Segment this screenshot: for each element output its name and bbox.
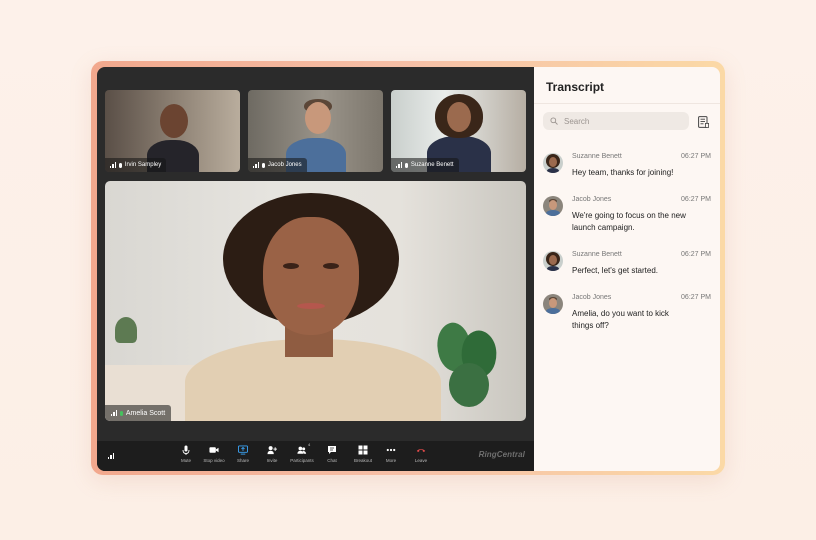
grid-icon [358,445,368,455]
participant-tile[interactable]: Suzanne Benett [391,90,526,172]
mic-icon [261,162,265,168]
active-speaker-video[interactable]: Amelia Scott [105,181,526,421]
transcript-doc-button[interactable] [698,115,710,128]
add-person-icon [267,445,277,455]
participant-name: Irvin Sampley [124,162,162,168]
participant-name-tag: Suzanne Benett [391,158,459,172]
participants-button[interactable]: 4 Participants [288,442,316,469]
mic-icon [404,162,408,168]
participant-name: Suzanne Benett [410,162,454,168]
speaker-name: Suzanne Benett [572,251,622,258]
camera-icon [209,445,219,455]
timestamp: 06:27 PM [681,294,711,301]
avatar [543,251,563,271]
call-control-bar: Mute Stop video Share Invite 4 Participa… [97,441,534,471]
share-button[interactable]: Share [229,445,257,469]
participant-tile[interactable]: Irvin Sampley [105,90,240,172]
timestamp: 06:27 PM [681,251,711,258]
invite-button[interactable]: Invite [258,445,286,469]
message-text: Amelia, do you want to kick things off? [572,309,669,330]
message-text: Perfect, let's get started. [572,266,659,275]
speaker-name: Jacob Jones [572,196,612,203]
signal-icon [253,162,259,168]
speaker-name: Suzanne Benett [572,153,622,160]
share-screen-icon [238,445,248,455]
divider [534,103,720,104]
leave-button[interactable]: Leave [407,445,435,469]
signal-icon [110,162,116,168]
breakout-button[interactable]: Breakout [349,445,377,469]
speaker-name: Jacob Jones [572,294,612,301]
video-call-area: Irvin Sampley Jacob Jones Suzanne Benett [97,67,534,471]
stop-video-button[interactable]: Stop video [200,445,228,469]
avatar [543,153,563,173]
mic-icon [118,162,122,168]
search-placeholder: Search [564,116,590,126]
timestamp: 06:27 PM [681,196,711,203]
mic-icon [181,445,191,455]
mute-button[interactable]: Mute [172,445,200,469]
participant-name-tag: Irvin Sampley [105,158,167,172]
chat-icon [327,445,337,455]
brand-logo: RingCentral [478,450,525,459]
more-icon [386,445,396,455]
participant-name: Jacob Jones [267,162,302,168]
search-icon [550,117,558,125]
chat-button[interactable]: Chat [318,445,346,469]
participant-tile[interactable]: Jacob Jones [248,90,383,172]
participant-count: 4 [308,442,311,447]
message-text: Hey team, thanks for joining! [572,168,674,177]
more-button[interactable]: More [377,445,405,469]
avatar [543,294,563,314]
connection-signal-icon [108,453,114,459]
message-text: We're going to focus on the new launch c… [572,211,686,232]
participant-name-tag: Jacob Jones [248,158,307,172]
participants-icon: 4 [297,442,311,455]
active-speaker-name: Amelia Scott [125,409,166,417]
search-input[interactable]: Search [543,112,689,130]
transcript-panel: Transcript Search Suzanne Benett 06:27 P… [534,67,720,471]
signal-icon [111,410,117,416]
mic-active-icon [119,410,123,416]
phone-hangup-icon [416,445,426,455]
signal-icon [396,162,402,168]
active-speaker-name-tag: Amelia Scott [105,405,172,421]
speaker-portrait [105,181,526,421]
timestamp: 06:27 PM [681,153,711,160]
document-icon [698,116,710,128]
avatar [543,196,563,216]
panel-title: Transcript [546,80,605,94]
